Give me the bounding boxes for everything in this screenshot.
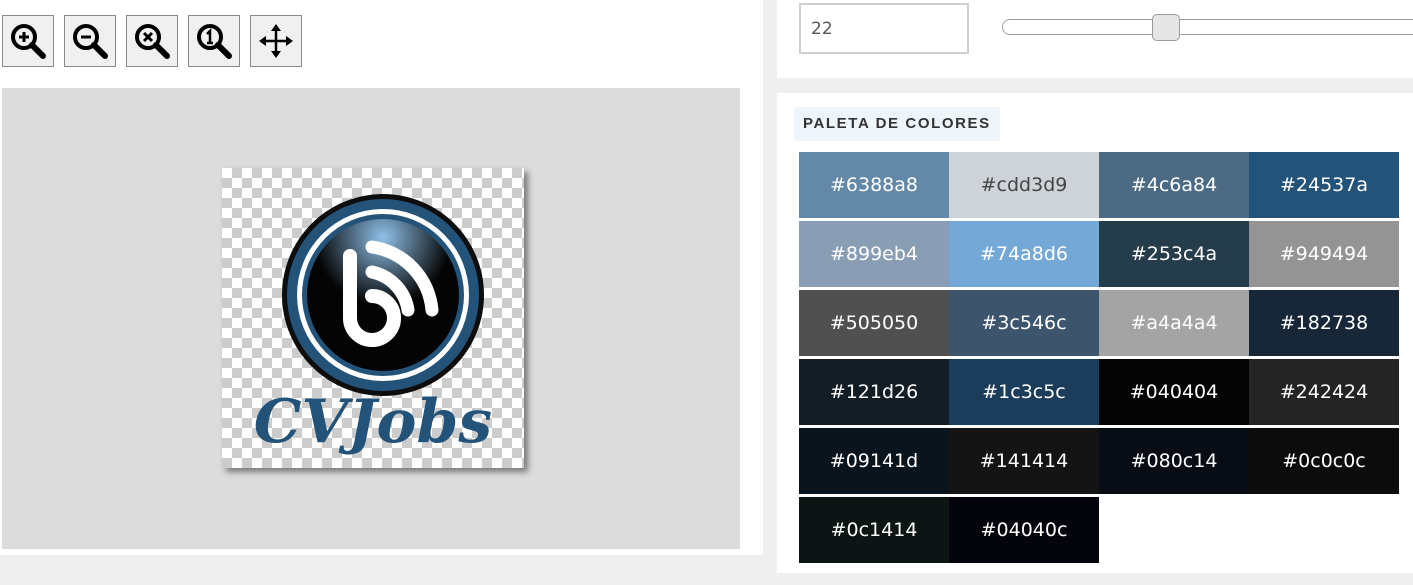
zoom-actual-size-button[interactable] [188, 15, 240, 67]
color-swatch[interactable]: #3c546c [949, 290, 1099, 356]
color-swatch[interactable]: #182738 [1249, 290, 1399, 356]
uploaded-image-preview[interactable]: CVJobs [222, 168, 524, 468]
color-swatch[interactable]: #cdd3d9 [949, 152, 1099, 218]
color-swatch[interactable]: #505050 [799, 290, 949, 356]
color-swatch[interactable]: #1c3c5c [949, 359, 1099, 425]
color-swatch[interactable]: #121d26 [799, 359, 949, 425]
move-arrows-icon [259, 24, 293, 58]
image-canvas[interactable]: CVJobs [2, 88, 740, 549]
logo-wordmark: CVJobs [254, 387, 492, 457]
color-swatch[interactable]: #253c4a [1099, 221, 1249, 287]
color-swatch[interactable]: #a4a4a4 [1099, 290, 1249, 356]
color-swatch[interactable]: #0c0c0c [1249, 428, 1399, 494]
color-swatch[interactable]: #04040c [949, 497, 1099, 563]
zoom-reset-button[interactable] [126, 15, 178, 67]
zoom-one-icon [197, 24, 232, 59]
color-swatch[interactable]: #74a8d6 [949, 221, 1099, 287]
color-swatch[interactable]: #899eb4 [799, 221, 949, 287]
color-swatch[interactable]: #4c6a84 [1099, 152, 1249, 218]
palette-heading: PALETA DE COLORES [794, 107, 1000, 141]
size-slider-thumb[interactable] [1152, 14, 1181, 41]
move-button[interactable] [250, 15, 302, 67]
color-swatch[interactable]: #09141d [799, 428, 949, 494]
color-swatch[interactable]: #141414 [949, 428, 1099, 494]
zoom-cancel-icon [135, 24, 170, 59]
zoom-out-button[interactable] [64, 15, 116, 67]
editor-panel: CVJobs [0, 0, 763, 555]
color-swatch[interactable]: #242424 [1249, 359, 1399, 425]
zoom-in-icon [11, 24, 46, 59]
size-slider-track[interactable] [1002, 19, 1413, 35]
color-swatch[interactable]: #0c1414 [799, 497, 949, 563]
cvjobs-logo-image: CVJobs [254, 194, 492, 457]
color-swatch[interactable]: #080c14 [1099, 428, 1249, 494]
color-swatch[interactable]: #949494 [1249, 221, 1399, 287]
size-input[interactable] [799, 3, 969, 54]
zoom-in-button[interactable] [2, 15, 54, 67]
color-swatch[interactable]: #040404 [1099, 359, 1249, 425]
color-swatch[interactable]: #24537a [1249, 152, 1399, 218]
zoom-out-icon [73, 24, 108, 59]
color-swatch[interactable]: #6388a8 [799, 152, 949, 218]
